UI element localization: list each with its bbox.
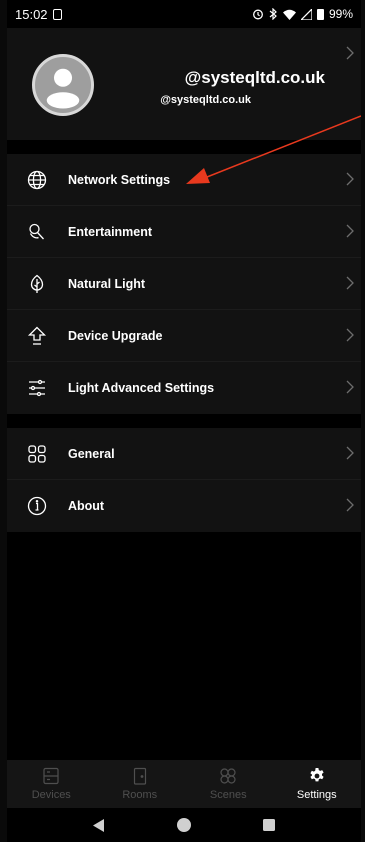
devices-icon — [42, 767, 60, 785]
nav-tab-rooms[interactable]: Rooms — [96, 760, 185, 808]
settings-group-main: Network Settings Entertainment Natural L… — [7, 154, 361, 414]
menu-item-general[interactable]: General — [7, 428, 361, 480]
nav-tab-devices[interactable]: Devices — [7, 760, 96, 808]
nav-label: Settings — [296, 789, 337, 801]
avatar[interactable] — [32, 54, 94, 116]
profile-email: @systeqltd.co.uk — [160, 94, 251, 106]
signal-icon — [300, 8, 312, 20]
status-bar: 15:02 99% — [7, 0, 361, 28]
door-icon — [131, 767, 149, 785]
nav-label: Devices — [31, 789, 71, 801]
sliders-icon — [27, 378, 47, 398]
settings-group-general: General About — [7, 428, 361, 532]
nav-label: Scenes — [209, 789, 247, 801]
status-time: 15:02 — [15, 6, 48, 22]
microphone-icon — [27, 222, 47, 242]
nav-label: Rooms — [122, 789, 158, 801]
battery-icon — [316, 8, 324, 20]
globe-icon — [27, 170, 47, 190]
profile-card[interactable]: @systeqltd.co.uk @systeqltd.co.uk — [7, 28, 361, 140]
profile-name: @systeqltd.co.uk — [184, 68, 325, 87]
menu-label: Device Upgrade — [68, 328, 163, 343]
menu-label: General — [68, 446, 115, 461]
menu-label: About — [68, 499, 105, 513]
chevron-right-icon — [346, 172, 354, 186]
home-icon[interactable] — [177, 818, 191, 832]
notification-icon — [52, 8, 62, 20]
leaf-icon — [27, 274, 47, 294]
system-navigation-bar — [7, 808, 361, 842]
wifi-icon — [282, 9, 296, 20]
bluetooth-icon — [269, 8, 277, 20]
scenes-icon — [219, 767, 237, 785]
user-placeholder-icon — [46, 68, 80, 109]
gear-icon — [308, 767, 326, 785]
bottom-navigation: Devices Rooms Scenes Settings — [7, 760, 361, 808]
menu-item-network-settings[interactable]: Network Settings — [7, 154, 361, 206]
menu-item-device-upgrade[interactable]: Device Upgrade — [7, 310, 361, 362]
menu-label: Natural Light — [68, 276, 146, 291]
info-icon — [27, 496, 47, 516]
battery-percent: 99% — [328, 7, 353, 21]
menu-item-natural-light[interactable]: Natural Light — [7, 258, 361, 310]
menu-item-light-advanced-settings[interactable]: Light Advanced Settings — [7, 362, 361, 414]
upgrade-arrow-icon — [27, 326, 47, 346]
chevron-right-icon — [346, 498, 354, 512]
chevron-right-icon — [346, 328, 354, 342]
menu-label: Entertainment — [68, 224, 153, 239]
nav-tab-scenes[interactable]: Scenes — [184, 760, 273, 808]
grid-icon — [27, 444, 47, 464]
menu-item-entertainment[interactable]: Entertainment — [7, 206, 361, 258]
menu-label: Network Settings — [68, 172, 171, 187]
chevron-right-icon — [346, 46, 354, 60]
chevron-right-icon — [346, 380, 354, 394]
recents-icon[interactable] — [263, 819, 275, 831]
back-icon[interactable] — [93, 818, 105, 832]
app-screen: 15:02 99% @systeqltd.co.uk @systeqltd.co… — [7, 0, 361, 842]
nav-tab-settings[interactable]: Settings — [273, 760, 362, 808]
alarm-icon — [253, 9, 263, 20]
chevron-right-icon — [346, 224, 354, 238]
menu-label: Light Advanced Settings — [68, 381, 215, 395]
chevron-right-icon — [346, 446, 354, 460]
menu-item-about[interactable]: About — [7, 480, 361, 532]
chevron-right-icon — [346, 276, 354, 290]
